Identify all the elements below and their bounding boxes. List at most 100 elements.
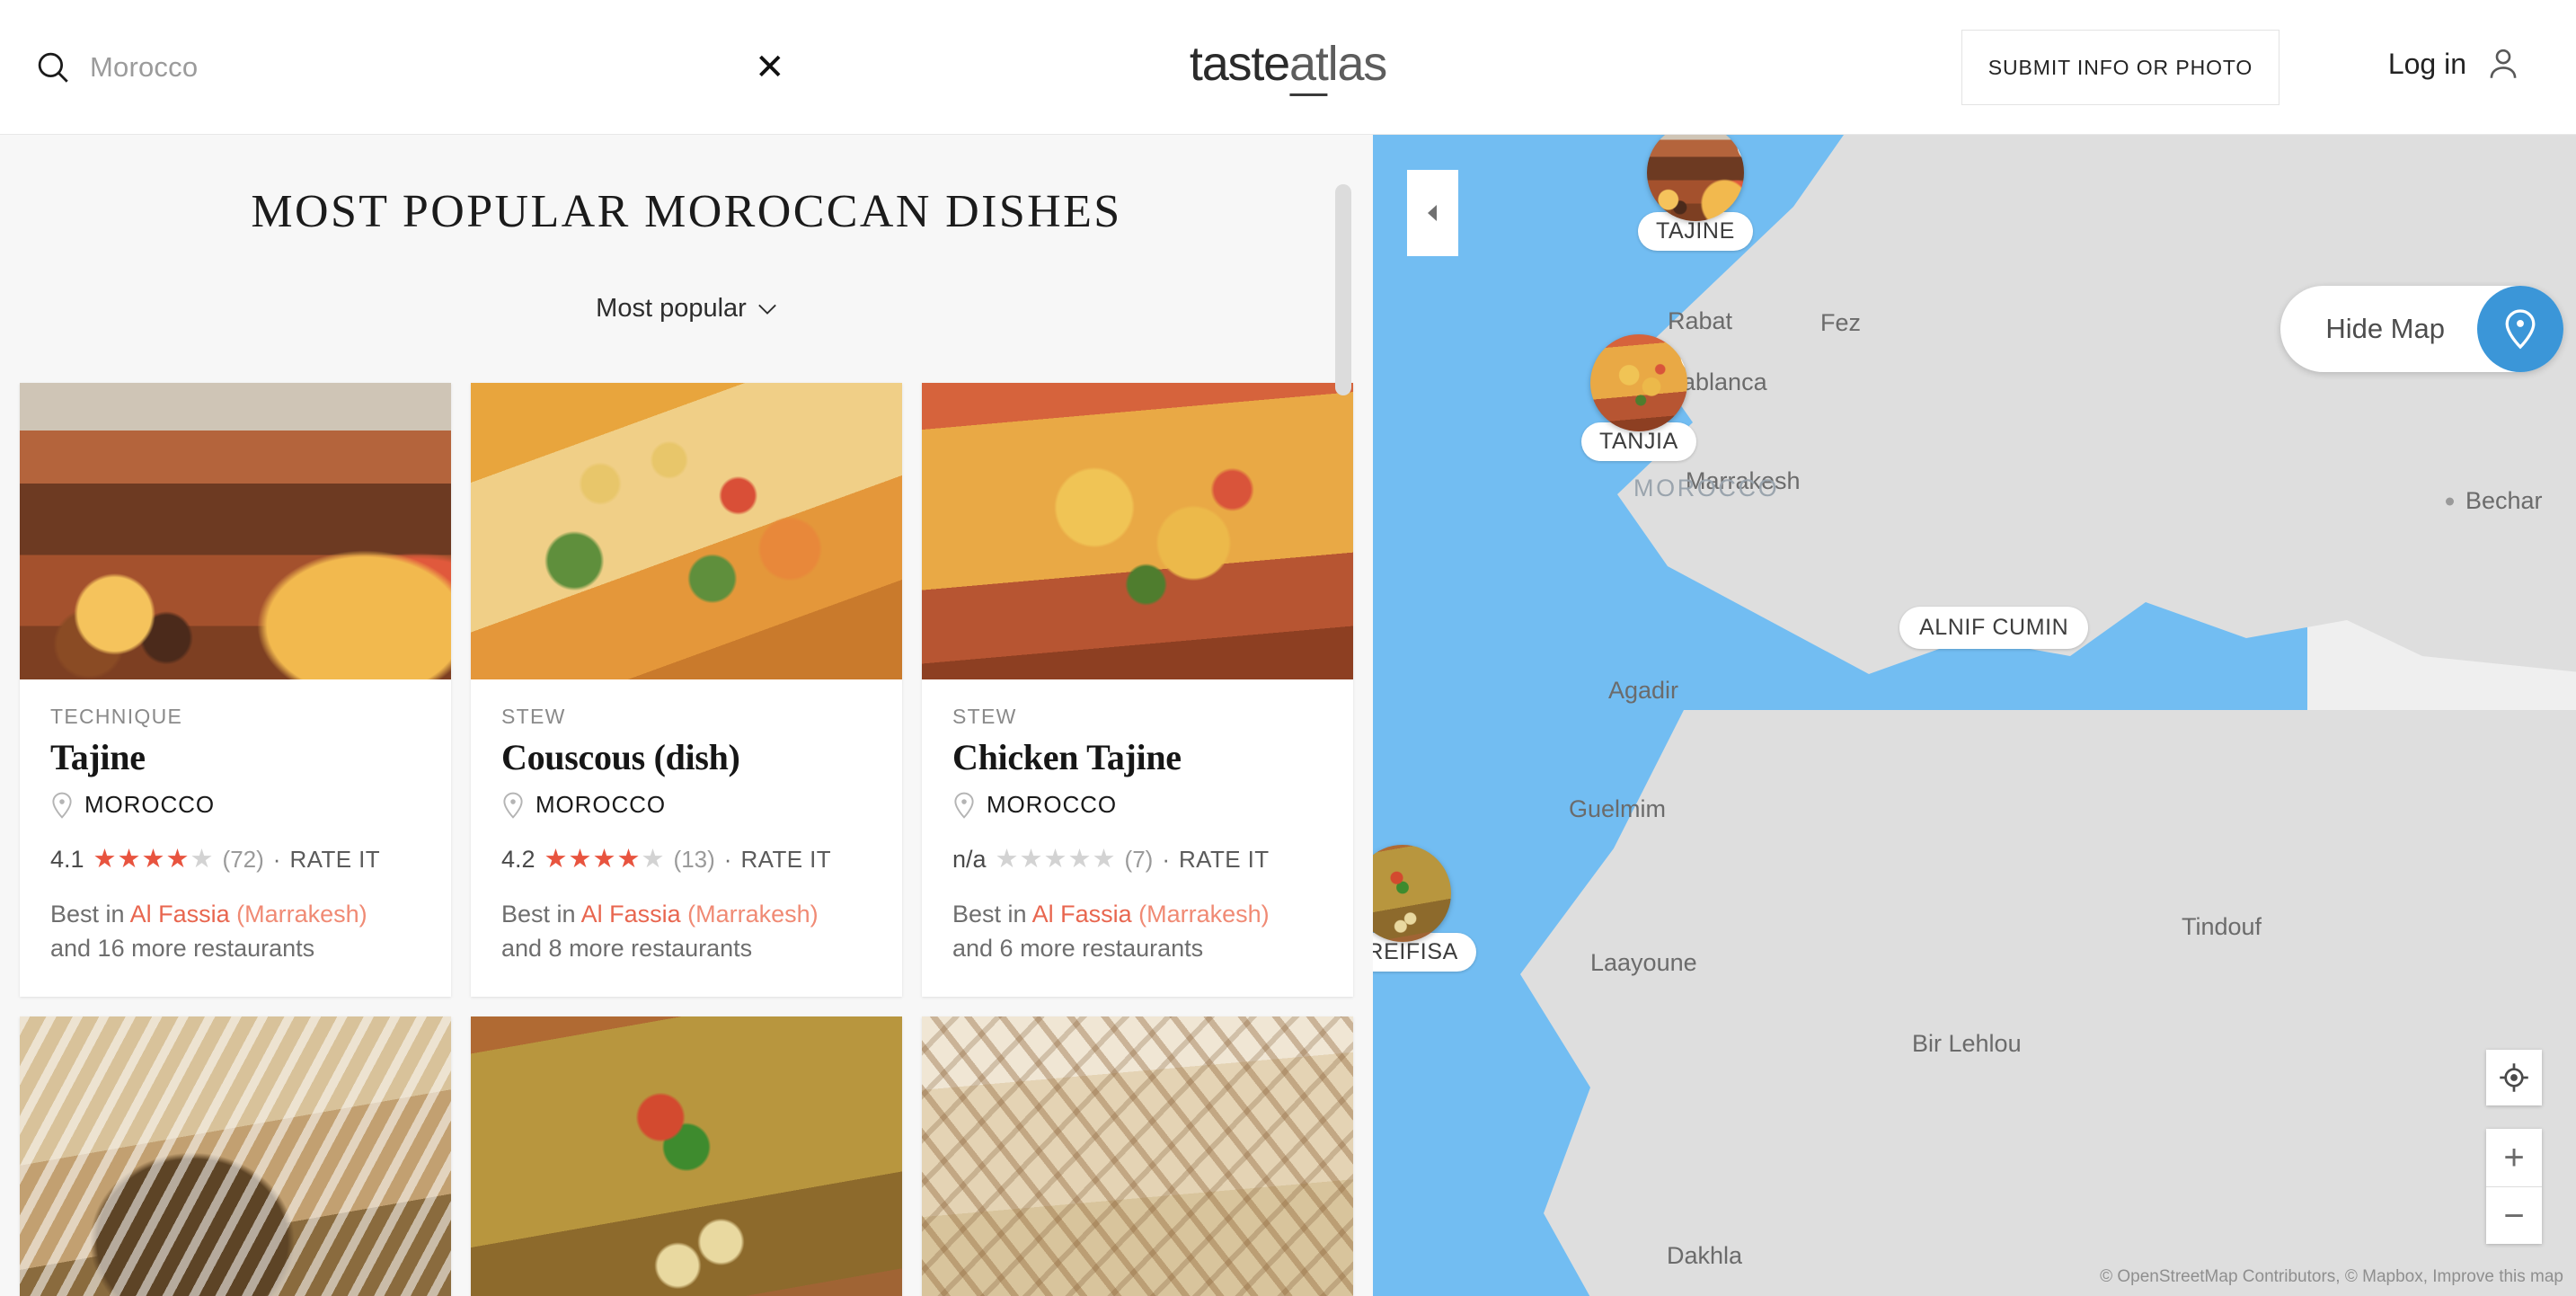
logo-part-las: las — [1327, 37, 1388, 91]
dish-name: Tajine — [50, 737, 146, 777]
dish-best-restaurant: Best in Al Fassia (Marrakesh) and 6 more… — [952, 897, 1323, 966]
dish-location-label: MOROCCO — [84, 791, 215, 818]
chevron-left-icon — [1427, 205, 1437, 221]
map-city-guelmim: Guelmim — [1569, 795, 1667, 822]
search-zone: ✕ — [0, 0, 854, 134]
dish-name: Chicken Tajine — [952, 737, 1182, 777]
best-prefix: Best in — [50, 901, 130, 928]
dish-location-label: MOROCCO — [987, 791, 1117, 818]
star-icon: ★ — [544, 845, 568, 874]
star-icon: ★ — [1043, 845, 1067, 874]
map-poi-mreifisa[interactable]: MREIFISA — [1373, 845, 1476, 972]
best-restaurant-link[interactable]: Al Fassia — [581, 901, 681, 928]
locate-me-button[interactable] — [2486, 1050, 2542, 1105]
dish-location-label: MOROCCO — [536, 791, 666, 818]
rating-stars[interactable]: ★ ★ ★ ★ ★ — [996, 847, 1116, 873]
logo-part-taste: taste — [1189, 37, 1290, 91]
map-attribution[interactable]: © OpenStreetMap Contributors, © Mapbox, … — [2100, 1267, 2563, 1287]
dish-category: STEW — [501, 705, 566, 728]
star-icon: ★ — [117, 845, 141, 874]
dish-rating[interactable]: 4.1 ★ ★ ★ ★ ★ (72) · RATE IT — [50, 846, 420, 874]
map-pin-icon — [954, 792, 974, 819]
map-city-rabat: Rabat — [1668, 307, 1733, 334]
dish-card[interactable]: STEW Couscous (dish) MOROCCO 4.2 ★ ★ ★ ★ ★ (… — [471, 383, 902, 997]
dish-image-couscous — [471, 383, 902, 679]
dish-image-tajine — [20, 383, 451, 679]
dish-name: Couscous (dish) — [501, 737, 740, 777]
collapse-map-button[interactable] — [1407, 170, 1458, 256]
map-chip-alnif-cumin[interactable]: ALNIF CUMIN — [1899, 607, 2089, 649]
dish-card-body: TECHNIQUE Tajine MOROCCO 4.1 ★ ★ ★ ★ ★ (72) … — [20, 679, 451, 997]
dish-card[interactable]: STEW Chicken Tajine MOROCCO n/a ★ ★ ★ ★ ★ (7… — [922, 383, 1353, 997]
dish-rating[interactable]: 4.2 ★ ★ ★ ★ ★ (13) · RATE IT — [501, 846, 872, 874]
dish-card[interactable] — [471, 1016, 902, 1296]
dish-image-pastilla — [20, 1016, 451, 1296]
zoom-in-button[interactable]: + — [2486, 1129, 2542, 1186]
rating-stars[interactable]: ★ ★ ★ ★ ★ — [93, 847, 214, 873]
dish-list-panel: MOST POPULAR MOROCCAN DISHES Most popula… — [0, 135, 1373, 1296]
dish-location: MOROCCO — [952, 791, 1323, 819]
dish-image-harira — [471, 1016, 902, 1296]
star-icon: ★ — [190, 845, 214, 874]
hide-map-button[interactable]: Hide Map — [2280, 286, 2563, 372]
dish-card[interactable] — [922, 1016, 1353, 1296]
rate-it-link[interactable]: RATE IT — [289, 846, 380, 874]
rating-score: n/a — [952, 846, 987, 873]
dish-category: STEW — [952, 705, 1017, 728]
sort-dropdown[interactable]: Most popular — [596, 294, 777, 324]
poi-thumbnail-mreifisa — [1373, 845, 1452, 942]
content-scrollbar-thumb[interactable] — [1335, 184, 1351, 395]
page-title: MOST POPULAR MOROCCAN DISHES — [251, 186, 1122, 237]
site-logo[interactable]: tasteatlas — [1189, 36, 1388, 96]
sort-row: Most popular — [0, 294, 1373, 324]
map-pin-icon — [52, 792, 72, 819]
zoom-controls: + − — [2486, 1129, 2542, 1244]
star-icon: ★ — [568, 845, 592, 874]
dish-image-msemen — [922, 1016, 1353, 1296]
best-restaurant-city: (Marrakesh) — [229, 901, 367, 928]
rating-count: (7) — [1124, 846, 1154, 873]
dish-card-body: STEW Couscous (dish) MOROCCO 4.2 ★ ★ ★ ★ ★ (… — [471, 679, 902, 997]
dish-card-grid: TECHNIQUE Tajine MOROCCO 4.1 ★ ★ ★ ★ ★ (72) … — [0, 383, 1373, 1296]
map-pin-circle — [2477, 286, 2563, 372]
best-restaurant-city: (Marrakesh) — [1131, 901, 1270, 928]
zoom-out-button[interactable]: − — [2486, 1186, 2542, 1244]
map-country-label-morocco: MOROCCO — [1633, 475, 1780, 502]
map-city-agadir: Agadir — [1608, 677, 1679, 704]
map-pin-icon — [2505, 309, 2536, 350]
rating-stars[interactable]: ★ ★ ★ ★ ★ — [544, 847, 665, 873]
best-restaurant-link[interactable]: Al Fassia — [1032, 901, 1132, 928]
best-restaurant-city: (Marrakesh) — [680, 901, 819, 928]
map-poi-tajine[interactable]: 31 TAJINE — [1638, 135, 1753, 251]
star-icon: ★ — [1067, 845, 1092, 874]
search-input[interactable] — [90, 50, 647, 84]
rate-it-link[interactable]: RATE IT — [1179, 846, 1270, 874]
dish-location: MOROCCO — [50, 791, 420, 819]
clear-search-button[interactable]: ✕ — [755, 49, 785, 85]
map-city-bechar: Bechar — [2465, 487, 2543, 514]
best-restaurant-link[interactable]: Al Fassia — [130, 901, 230, 928]
search-icon[interactable] — [34, 49, 72, 86]
dish-best-restaurant: Best in Al Fassia (Marrakesh) and 16 mor… — [50, 897, 420, 966]
login-label: Log in — [2387, 47, 2466, 80]
map-city-laayoune: Laayoune — [1590, 949, 1697, 976]
dish-card-body: STEW Chicken Tajine MOROCCO n/a ★ ★ ★ ★ ★ (7… — [922, 679, 1353, 997]
star-icon: ★ — [995, 845, 1019, 874]
content-scrollbar-track[interactable] — [1335, 135, 1362, 1296]
star-icon: ★ — [641, 845, 665, 874]
star-icon: ★ — [616, 845, 641, 874]
rating-count: (13) — [673, 846, 715, 873]
dish-rating[interactable]: n/a ★ ★ ★ ★ ★ (7) · RATE IT — [952, 846, 1323, 874]
logo-part-at: at — [1289, 37, 1329, 96]
rating-separator: · — [272, 846, 281, 873]
best-prefix: Best in — [952, 901, 1032, 928]
map-panel[interactable]: Rabat Fez Oujd Casablanca Marrakesh Bech… — [1373, 135, 2576, 1296]
submit-info-or-photo-button[interactable]: SUBMIT INFO OR PHOTO — [1961, 30, 2279, 105]
rate-it-link[interactable]: RATE IT — [740, 846, 831, 874]
login-button[interactable]: Log in — [2388, 45, 2522, 83]
star-icon: ★ — [93, 845, 117, 874]
rating-score: 4.2 — [501, 846, 536, 873]
map-poi-tanjia[interactable]: 6 TANJIA — [1581, 334, 1696, 461]
dish-card[interactable] — [20, 1016, 451, 1296]
dish-card[interactable]: TECHNIQUE Tajine MOROCCO 4.1 ★ ★ ★ ★ ★ (72) … — [20, 383, 451, 997]
